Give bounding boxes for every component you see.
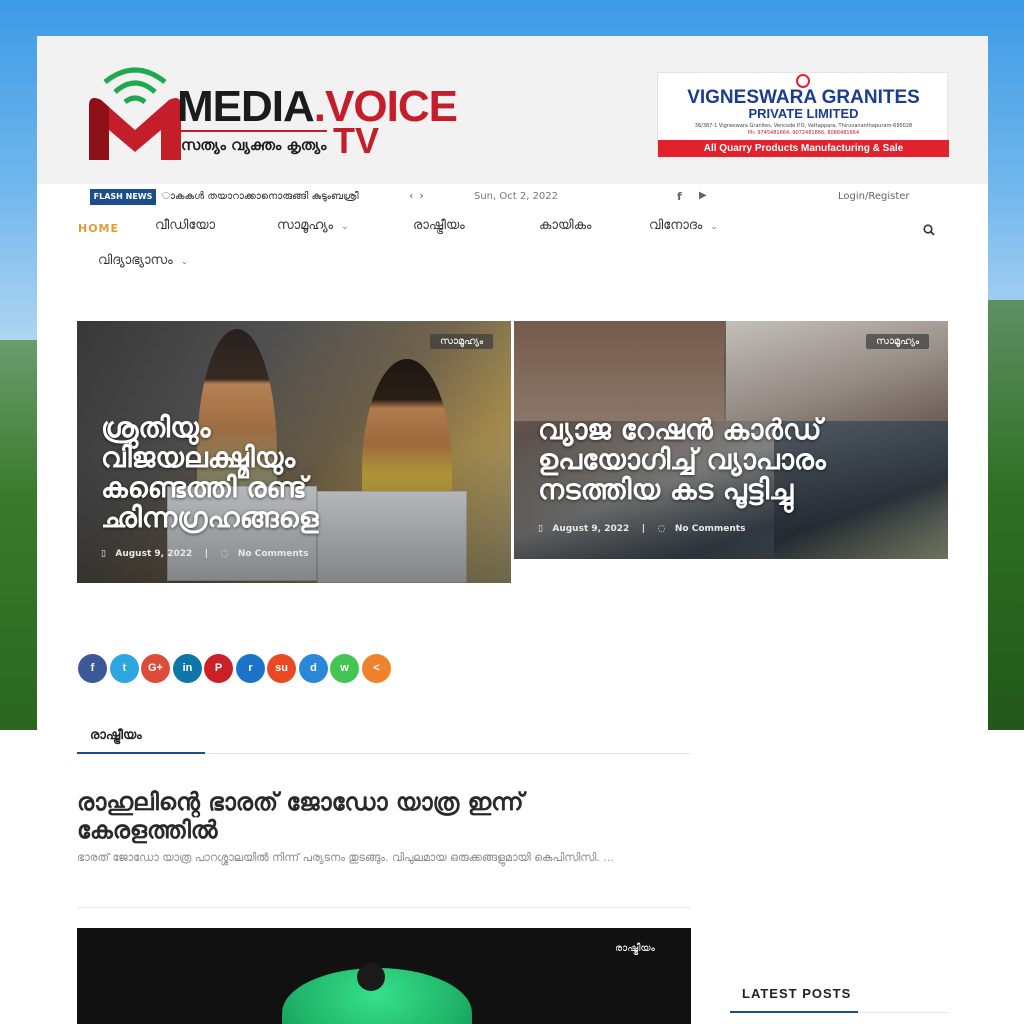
twitter-share-button[interactable]: t xyxy=(110,654,139,683)
logo-tagline: സത്യം വ്യക്തം കൃത്യം xyxy=(181,136,327,154)
reddit-share-button[interactable]: r xyxy=(236,654,265,683)
site-logo[interactable]: MEDIA.VOICE സത്യം വ്യക്തം കൃത്യം TV xyxy=(85,60,458,164)
section-tab-politics[interactable]: രാഷ്ട്രീയം xyxy=(90,728,142,743)
ad-phone: Ph: 9745481664, 9072481666, 8086481664 xyxy=(747,130,860,136)
nav-item-social-label: സാമൂഹ്യം xyxy=(277,218,334,233)
background-hills-right xyxy=(988,300,1024,730)
thumbnail-cap-button xyxy=(357,963,385,991)
logo-emblem-icon xyxy=(89,67,181,160)
logo-divider xyxy=(177,130,327,132)
nav-item-social[interactable]: സാമൂഹ്യം ⌄ xyxy=(277,218,349,233)
latest-posts-heading: LATEST POSTS xyxy=(742,986,852,1001)
section-tab-indicator xyxy=(77,752,205,754)
facebook-icon[interactable]: f xyxy=(677,190,682,203)
nav-item-education-label: വിദ്യാഭ്യാസം xyxy=(98,253,173,268)
nav-item-entertainment-label: വിനോദം xyxy=(649,218,703,233)
nav-item-video[interactable]: വീഡിയോ xyxy=(155,218,215,233)
thumbnail-category[interactable]: രാഷ്ട്രീയം xyxy=(615,943,655,954)
header-advertisement[interactable]: VIGNESWARA GRANITES PRIVATE LIMITED 36/3… xyxy=(657,72,949,157)
linkedin-share-button[interactable]: in xyxy=(173,654,202,683)
featured-post-1[interactable]: സാമൂഹ്യം ശ്രുതിയും വിജയലക്ഷ്മിയും കണ്ടെത… xyxy=(77,321,511,583)
current-date: Sun, Oct 2, 2022 xyxy=(474,191,559,202)
nav-item-entertainment[interactable]: വിനോദം ⌄ xyxy=(649,218,718,233)
whatsapp-share-button[interactable]: w xyxy=(330,654,359,683)
logo-title: MEDIA.VOICE xyxy=(177,82,458,131)
featured-category-badge[interactable]: സാമൂഹ്യം xyxy=(430,334,494,349)
article-title[interactable]: രാഹുലിന്റെ ഭാരത് ജോഡോ യാത്ര ഇന്ന് കേരളത്… xyxy=(77,788,667,844)
comment-icon: ◌ xyxy=(220,549,229,559)
calendar-icon: ▯ xyxy=(538,524,543,534)
calendar-icon: ▯ xyxy=(101,549,106,559)
flash-prev-button[interactable]: ‹ xyxy=(409,189,419,202)
featured-title[interactable]: ശ്രുതിയും വിജയലക്ഷ്മിയും കണ്ടെത്തി രണ്ട്… xyxy=(101,413,371,533)
ad-company-sub: PRIVATE LIMITED xyxy=(748,106,859,121)
nav-item-politics[interactable]: രാഷ്ട്രീയം xyxy=(413,218,465,233)
featured-meta: ▯ August 9, 2022 | ◌ No Comments xyxy=(101,549,309,559)
pinterest-share-button[interactable]: P xyxy=(204,654,233,683)
ad-emblem-icon xyxy=(796,74,810,88)
site-header: MEDIA.VOICE സത്യം വ്യക്തം കൃത്യം TV VIGN… xyxy=(37,36,988,184)
comment-icon: ◌ xyxy=(657,524,666,534)
page-container: MEDIA.VOICE സത്യം വ്യക്തം കൃത്യം TV VIGN… xyxy=(37,36,988,1024)
delicious-share-button[interactable]: d xyxy=(299,654,328,683)
flash-news-badge: FLASH NEWS xyxy=(90,189,156,205)
featured-category-badge[interactable]: സാമൂഹ്യം xyxy=(866,334,930,349)
facebook-share-button[interactable]: f xyxy=(78,654,107,683)
login-register-link[interactable]: Login/Register xyxy=(838,191,910,202)
chevron-down-icon: ⌄ xyxy=(180,257,189,267)
logo-tv: TV xyxy=(333,120,380,161)
nav-item-education[interactable]: വിദ്യാഭ്യാസം ⌄ xyxy=(98,253,188,268)
featured-title[interactable]: വ്യാജ റേഷൻ കാർഡ് ഉപയോഗിച്ച് വ്യാപാരം നടത… xyxy=(538,415,918,505)
top-bar: FLASH NEWS ാകകൾ തയാറാക്കാനൊരുങ്ങി കുടുംബ… xyxy=(37,184,988,214)
search-icon[interactable] xyxy=(923,224,935,236)
flash-news-ticker[interactable]: ാകകൾ തയാറാക്കാനൊരുങ്ങി കുടുംബശ്രീ xyxy=(162,191,402,202)
featured-meta: ▯ August 9, 2022 | ◌ No Comments xyxy=(538,524,746,534)
featured-date: August 9, 2022 xyxy=(552,524,630,534)
ad-tagline: All Quarry Products Manufacturing & Sale xyxy=(658,140,949,157)
article-excerpt: ഭാരത് ജോഡോ യാത്ര പാറശ്ശാലയിൽ നിന്ന് പര്യ… xyxy=(77,851,614,864)
featured-comments[interactable]: No Comments xyxy=(238,549,309,559)
latest-posts-indicator xyxy=(730,1011,858,1013)
article-divider xyxy=(77,907,691,908)
main-nav: HOME വീഡിയോ സാമൂഹ്യം ⌄ രാഷ്ട്രീയം കായികം … xyxy=(37,214,988,294)
more-share-button[interactable]: < xyxy=(362,654,391,683)
article-thumbnail[interactable]: രാഷ്ട്രീയം xyxy=(77,928,691,1024)
chevron-down-icon: ⌄ xyxy=(710,222,718,232)
featured-comments[interactable]: No Comments xyxy=(675,524,746,534)
nav-item-sports[interactable]: കായികം xyxy=(539,218,591,233)
chevron-down-icon: ⌄ xyxy=(341,222,349,232)
featured-date: August 9, 2022 xyxy=(115,549,193,559)
stumbleupon-share-button[interactable]: su xyxy=(267,654,296,683)
flash-next-button[interactable]: › xyxy=(419,189,429,202)
ad-address: 36/387-1 Vigneswara Granites, Vencode P.… xyxy=(694,123,913,129)
googleplus-share-button[interactable]: G+ xyxy=(141,654,170,683)
nav-item-home[interactable]: HOME xyxy=(78,222,119,235)
background-hills-left xyxy=(0,340,40,730)
featured-post-2[interactable]: സാമൂഹ്യം വ്യാജ റേഷൻ കാർഡ് ഉപയോഗിച്ച് വ്യ… xyxy=(514,321,948,559)
flash-news-nav: ‹› xyxy=(409,189,430,202)
youtube-icon[interactable]: ▶ xyxy=(699,190,707,201)
